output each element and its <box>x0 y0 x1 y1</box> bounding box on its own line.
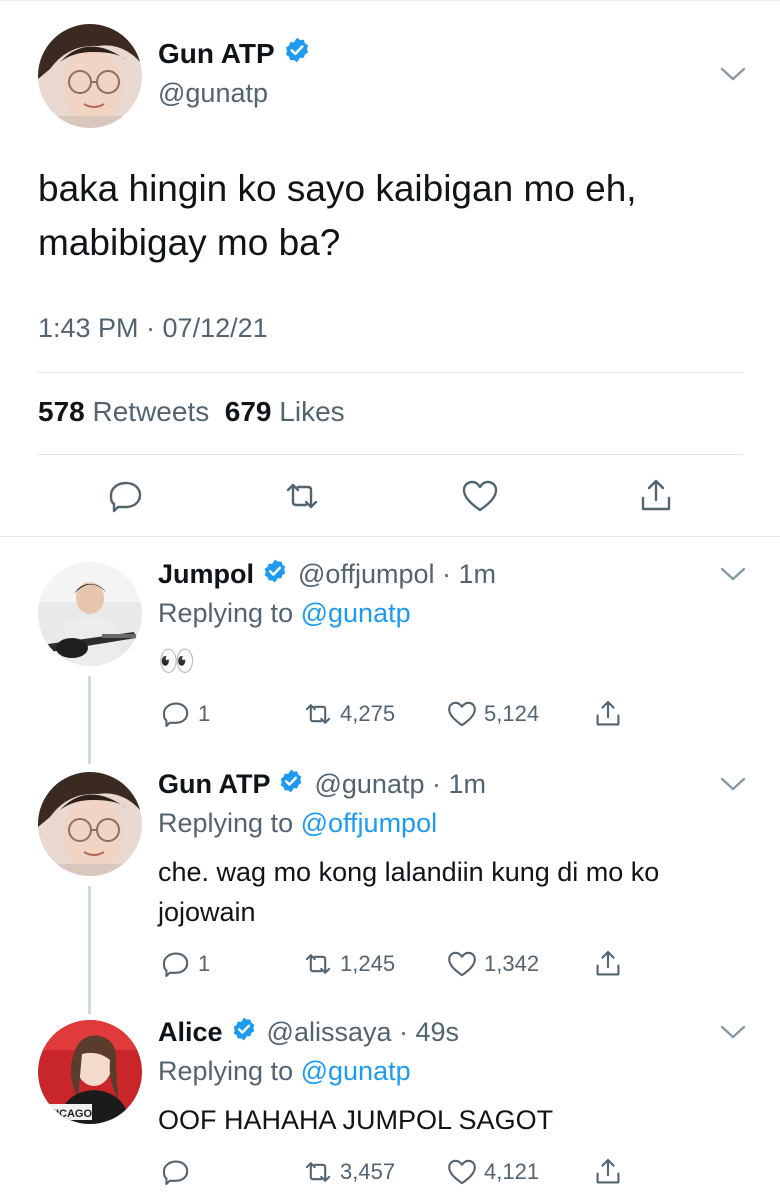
likes-label: Likes <box>279 396 345 427</box>
reply-count: 1 <box>198 701 211 726</box>
reply-avatar[interactable] <box>38 562 142 666</box>
reply-author-name[interactable]: Alice <box>158 1017 223 1048</box>
chevron-down-icon[interactable] <box>720 566 746 582</box>
like-icon[interactable] <box>460 476 500 516</box>
tweet-text-line: baka hingin ko sayo kaibigan mo eh, <box>38 168 637 209</box>
retweet-count: 1,245 <box>340 951 396 976</box>
reply-icon[interactable] <box>106 476 146 516</box>
author-name-row[interactable]: Gun ATP <box>158 36 311 71</box>
reply-text-line: jojowain <box>158 897 256 927</box>
replying-to: Replying to @gunatp <box>158 598 411 629</box>
reply-handle-time[interactable]: @alissaya · 49s <box>267 1017 459 1048</box>
verified-badge-icon <box>231 1016 257 1049</box>
reply-count: 1 <box>198 951 211 976</box>
author-name[interactable]: Gun ATP <box>158 38 275 70</box>
replying-to-prefix: Replying to <box>158 808 294 838</box>
like-icon <box>448 951 476 977</box>
reply-avatar[interactable]: HICAGO <box>38 1020 142 1124</box>
replying-to: Replying to @offjumpol <box>158 808 437 839</box>
reply-action[interactable]: 1 <box>160 698 210 730</box>
reply-icon <box>162 1160 189 1186</box>
chevron-down-icon[interactable] <box>720 66 746 82</box>
reply-author-name[interactable]: Jumpol <box>158 559 254 590</box>
reply-author-name[interactable]: Gun ATP <box>158 769 270 800</box>
reply-action[interactable] <box>160 1156 198 1188</box>
reply-header: Jumpol @offjumpol · 1m <box>158 558 496 591</box>
reply-handle-time[interactable]: @gunatp · 1m <box>314 769 486 800</box>
replying-to-link[interactable]: @gunatp <box>301 598 411 628</box>
replying-to: Replying to @gunatp <box>158 1056 411 1087</box>
share-action[interactable] <box>592 948 630 980</box>
reply-header: Alice @alissaya · 49s <box>158 1016 459 1049</box>
top-divider <box>0 0 780 1</box>
replying-to-prefix: Replying to <box>158 1056 294 1086</box>
verified-badge-icon <box>278 768 304 801</box>
thread-line <box>88 676 91 764</box>
share-action[interactable] <box>592 1156 630 1188</box>
tweet-timestamp[interactable]: 1:43 PM · 07/12/21 <box>38 313 268 344</box>
retweet-icon <box>305 1162 331 1182</box>
reply-avatar[interactable] <box>38 772 142 876</box>
reply-handle-time[interactable]: @offjumpol · 1m <box>298 559 496 590</box>
divider <box>38 372 743 373</box>
share-icon <box>596 950 620 976</box>
tweet-stats: 578 Retweets 679 Likes <box>38 396 345 428</box>
verified-badge-icon <box>283 36 311 71</box>
retweets-stat[interactable]: 578 Retweets <box>38 396 209 427</box>
verified-badge-icon <box>262 558 288 591</box>
retweet-count: 4,275 <box>340 701 396 726</box>
retweets-label: Retweets <box>92 396 210 427</box>
replying-to-link[interactable]: @offjumpol <box>301 808 437 838</box>
avatar-badge-text: HICAGO <box>48 1108 92 1120</box>
retweet-icon[interactable] <box>282 476 322 516</box>
like-action[interactable]: 5,124 <box>446 698 539 730</box>
author-avatar[interactable] <box>38 24 142 128</box>
retweet-action[interactable]: 4,275 <box>302 698 395 730</box>
reply-icon <box>162 702 189 728</box>
like-count: 4,121 <box>484 1159 540 1184</box>
replying-to-link[interactable]: @gunatp <box>301 1056 411 1086</box>
like-count: 1,342 <box>484 951 540 976</box>
share-icon <box>596 1158 620 1184</box>
reply-text: 👀 <box>158 645 196 678</box>
share-icon <box>596 700 620 726</box>
thread-line <box>88 886 91 1014</box>
like-icon <box>448 701 476 727</box>
tweet-text-line: mabibigay mo ba? <box>38 222 341 263</box>
like-icon <box>448 1159 476 1185</box>
replying-to-prefix: Replying to <box>158 598 294 628</box>
divider <box>38 454 743 455</box>
reply-text-line: che. wag mo kong lalandiin kung di mo ko <box>158 857 660 887</box>
reply-text: che. wag mo kong lalandiin kung di mo ko… <box>158 852 748 932</box>
retweet-action[interactable]: 3,457 <box>302 1156 395 1188</box>
retweets-count: 578 <box>38 396 85 427</box>
reply-action[interactable]: 1 <box>160 948 210 980</box>
reply-icon <box>162 952 189 978</box>
section-divider <box>0 536 780 537</box>
chevron-down-icon[interactable] <box>720 776 746 792</box>
like-action[interactable]: 1,342 <box>446 948 539 980</box>
like-action[interactable]: 4,121 <box>446 1156 539 1188</box>
likes-stat[interactable]: 679 Likes <box>225 396 345 427</box>
tweet-text: baka hingin ko sayo kaibigan mo eh, mabi… <box>38 162 738 270</box>
likes-count: 679 <box>224 396 272 427</box>
reply-header: Gun ATP @gunatp · 1m <box>158 768 486 801</box>
retweet-count: 3,457 <box>340 1159 396 1184</box>
like-count: 5,124 <box>484 701 540 726</box>
share-action[interactable] <box>592 698 630 730</box>
share-icon[interactable] <box>636 476 676 516</box>
reply-text: OOF HAHAHA JUMPOL SAGOT <box>158 1105 554 1135</box>
retweet-icon <box>305 704 331 724</box>
retweet-icon <box>305 954 331 974</box>
chevron-down-icon[interactable] <box>720 1024 746 1040</box>
retweet-action[interactable]: 1,245 <box>302 948 395 980</box>
author-handle[interactable]: @gunatp <box>158 78 268 109</box>
